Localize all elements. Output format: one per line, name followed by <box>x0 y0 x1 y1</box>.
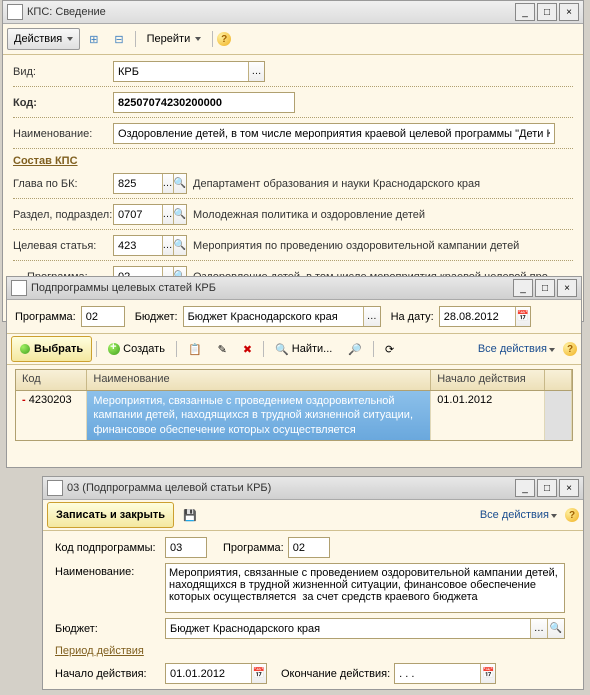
section-title: Состав КПС <box>13 155 573 167</box>
help-icon[interactable]: ? <box>563 342 577 356</box>
delete-icon[interactable]: ✖ <box>236 338 259 360</box>
select-btn[interactable]: … <box>248 62 264 81</box>
titlebar: 03 (Подпрограмма целевой статьи КРБ) _ □… <box>43 477 583 500</box>
window-title: 03 (Подпрограмма целевой статьи КРБ) <box>67 482 515 494</box>
titlebar: Подпрограммы целевых статей КРБ _ □ × <box>7 277 581 300</box>
statya-label: Целевая статья: <box>13 240 113 252</box>
window-title: Подпрограммы целевых статей КРБ <box>31 282 513 294</box>
kod-input[interactable] <box>113 92 295 113</box>
statya-input[interactable]: …🔍 <box>113 235 187 256</box>
period-title: Период действия <box>55 645 571 657</box>
naim-input[interactable]: Мероприятия, связанные с проведением озд… <box>166 564 564 612</box>
search-icon[interactable]: 🔍 <box>173 174 186 193</box>
th-code[interactable]: Код <box>16 370 87 390</box>
window-subprogram-edit: 03 (Подпрограмма целевой статьи КРБ) _ □… <box>42 476 584 690</box>
window-subprograms: Подпрограммы целевых статей КРБ _ □ × Пр… <box>6 276 582 468</box>
start-label: Начало действия: <box>55 668 165 680</box>
search-icon[interactable]: 🔍 <box>173 205 186 224</box>
toolbar-icon[interactable]: 📋 <box>181 338 209 360</box>
kod-label: Код подпрограммы: <box>55 542 165 554</box>
vid-label: Вид: <box>13 66 113 78</box>
toolbar-icon-2[interactable]: ⊟ <box>107 28 130 50</box>
prog-label: Программа: <box>15 311 76 323</box>
naim-label: Наименование: <box>55 563 165 578</box>
action-toolbar: Выбрать Создать 📋 ✎ ✖ 🔍Найти... 🔎 ⟳ Все … <box>7 334 581 365</box>
date-label: На дату: <box>391 311 434 323</box>
calendar-icon[interactable]: 📅 <box>480 664 495 683</box>
maximize-button[interactable]: □ <box>537 479 557 497</box>
action-toolbar: Записать и закрыть 💾 Все действия ? <box>43 500 583 531</box>
subprogram-table: Код Наименование Начало действия - 42302… <box>15 369 573 441</box>
minimize-button[interactable]: _ <box>515 479 535 497</box>
razdel-label: Раздел, подраздел: <box>13 209 113 221</box>
calendar-icon[interactable]: 📅 <box>251 664 266 683</box>
prog-input[interactable] <box>288 537 330 558</box>
clear-find-icon[interactable]: 🔎 <box>341 338 369 360</box>
find-button[interactable]: 🔍Найти... <box>268 338 339 360</box>
close-button[interactable]: × <box>559 479 579 497</box>
table-row[interactable]: - 4230203 Мероприятия, связанные с прове… <box>16 391 572 440</box>
kod-label: Код: <box>13 97 113 109</box>
search-icon[interactable]: 🔍 <box>173 236 186 255</box>
toolbar-icon-1[interactable]: ⊞ <box>82 28 105 50</box>
naim-label: Наименование: <box>13 128 113 140</box>
save-close-button[interactable]: Записать и закрыть <box>47 502 174 528</box>
create-button[interactable]: Создать <box>101 338 172 360</box>
glava-input[interactable]: …🔍 <box>113 173 187 194</box>
th-scroll <box>545 370 572 390</box>
window-icon <box>7 4 23 20</box>
close-button[interactable]: × <box>559 3 579 21</box>
row-name: Мероприятия, связанные с проведением озд… <box>87 391 431 440</box>
window-title: КПС: Сведение <box>27 6 515 18</box>
end-input[interactable]: 📅 <box>394 663 496 684</box>
naim-input[interactable] <box>113 123 555 144</box>
prog-input[interactable] <box>81 306 125 327</box>
row-icon: - <box>22 394 26 406</box>
maximize-button[interactable]: □ <box>535 279 555 297</box>
close-button[interactable]: × <box>557 279 577 297</box>
window-kps: КПС: Сведение _ □ × Действия ⊞ ⊟ Перейти… <box>2 0 584 322</box>
start-input[interactable]: 📅 <box>165 663 267 684</box>
help-icon[interactable]: ? <box>565 508 579 522</box>
refresh-icon[interactable]: ⟳ <box>378 338 401 360</box>
maximize-button[interactable]: □ <box>537 3 557 21</box>
edit-icon[interactable]: ✎ <box>211 338 234 360</box>
glava-label: Глава по БК: <box>13 178 113 190</box>
razdel-desc: Молодежная политика и оздоровление детей <box>193 209 425 221</box>
end-label: Окончание действия: <box>281 668 390 680</box>
row-code: 4230203 <box>29 394 72 406</box>
budget-input[interactable]: …🔍 <box>165 618 565 639</box>
razdel-input[interactable]: …🔍 <box>113 204 187 225</box>
save-icon[interactable]: 💾 <box>176 504 204 526</box>
window-icon <box>11 280 27 296</box>
all-actions-link[interactable]: Все действия <box>478 343 555 355</box>
vid-input[interactable]: … <box>113 61 265 82</box>
budget-input[interactable]: … <box>183 306 381 327</box>
window-icon <box>47 480 63 496</box>
th-startdate[interactable]: Начало действия <box>431 370 545 390</box>
minimize-button[interactable]: _ <box>515 3 535 21</box>
search-icon[interactable]: 🔍 <box>547 619 564 638</box>
filter-bar: Программа: Бюджет: … На дату: 📅 <box>7 300 581 334</box>
budget-label: Бюджет: <box>55 623 165 635</box>
date-input[interactable]: 📅 <box>439 306 531 327</box>
select-button[interactable]: Выбрать <box>11 336 92 362</box>
toolbar: Действия ⊞ ⊟ Перейти ? <box>3 24 583 55</box>
titlebar: КПС: Сведение _ □ × <box>3 1 583 24</box>
help-icon[interactable]: ? <box>217 32 231 46</box>
ellipsis-btn[interactable]: … <box>162 174 173 193</box>
budget-label: Бюджет: <box>135 311 178 323</box>
statya-desc: Мероприятия по проведению оздоровительно… <box>193 240 519 252</box>
glava-desc: Департамент образования и науки Краснода… <box>193 178 480 190</box>
actions-dropdown[interactable]: Действия <box>7 28 80 50</box>
th-name[interactable]: Наименование <box>87 370 431 390</box>
go-dropdown[interactable]: Перейти <box>140 28 209 50</box>
kod-input[interactable] <box>165 537 207 558</box>
row-date: 01.01.2012 <box>431 391 545 440</box>
all-actions-link[interactable]: Все действия <box>480 509 557 521</box>
prog-label: Программа: <box>223 542 284 554</box>
calendar-icon[interactable]: 📅 <box>515 307 530 326</box>
minimize-button[interactable]: _ <box>513 279 533 297</box>
